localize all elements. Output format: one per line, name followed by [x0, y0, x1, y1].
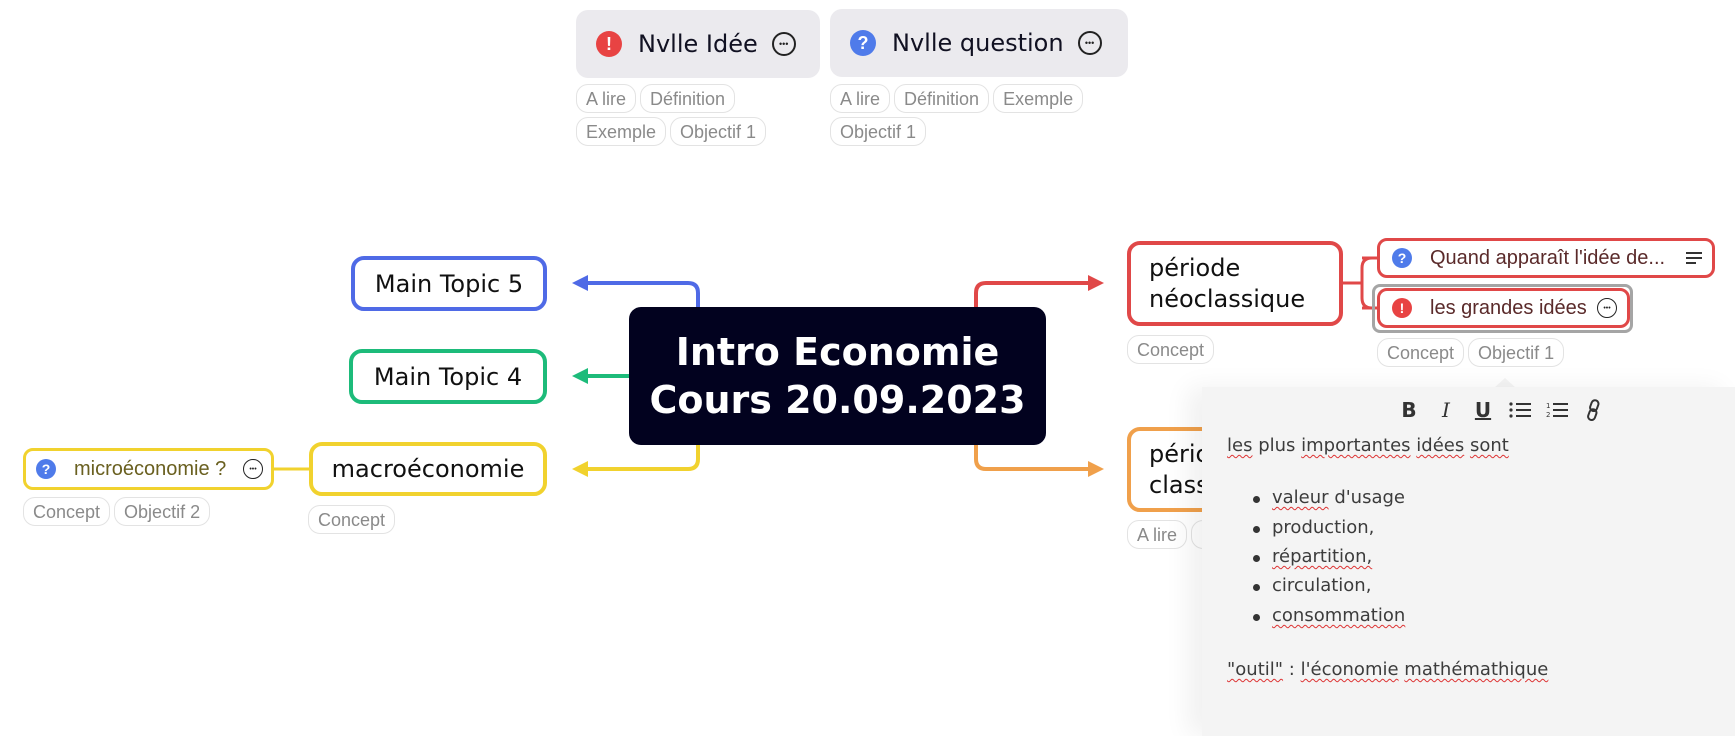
- bullet-dot: [1253, 496, 1260, 503]
- tag[interactable]: Exemple: [993, 84, 1084, 113]
- question-icon: ?: [36, 459, 56, 479]
- topic-label: Main Topic 5: [374, 269, 524, 298]
- tag[interactable]: Concept: [1377, 338, 1465, 367]
- subtopic-quand-apparait[interactable]: ? Quand apparaît l'idée de...: [1377, 238, 1715, 278]
- subtopic-les-grandes-idees[interactable]: ! les grandes idées •••: [1377, 288, 1630, 328]
- tag[interactable]: Objectif 1: [670, 117, 767, 146]
- bold-button[interactable]: B: [1398, 397, 1420, 423]
- tag[interactable]: Concept: [1127, 335, 1215, 364]
- topic-label-line1: période: [1149, 253, 1241, 282]
- tag[interactable]: Exemple: [576, 117, 667, 146]
- notes-bullet[interactable]: consommation: [1272, 605, 1405, 626]
- italic-button[interactable]: I: [1435, 397, 1457, 423]
- underline-button[interactable]: U: [1472, 397, 1494, 423]
- more-icon[interactable]: •••: [243, 459, 263, 479]
- arrow-main-topic-5: [572, 275, 588, 291]
- tags-microeconomie: Concept Objectif 2: [23, 497, 211, 526]
- tag[interactable]: A lire: [576, 84, 637, 113]
- notes-bullet[interactable]: production,: [1272, 517, 1374, 538]
- link-icon[interactable]: [1583, 397, 1605, 423]
- question-icon: ?: [850, 30, 876, 56]
- notes-bullet[interactable]: circulation,: [1272, 575, 1371, 596]
- notes-footer[interactable]: "outil" : l'économie mathémathique: [1227, 659, 1548, 680]
- tag[interactable]: Objectif 1: [1468, 338, 1565, 367]
- tags-les-grandes-idees: Concept Objectif 1: [1377, 338, 1565, 367]
- tag[interactable]: Définition: [894, 84, 990, 113]
- subtopic-label: Quand apparaît l'idée de...: [1430, 246, 1666, 269]
- topic-periode-neoclassique[interactable]: période néoclassique: [1127, 241, 1343, 326]
- topic-label-line1: péric: [1149, 439, 1209, 468]
- connector-main-topic-5: [582, 281, 700, 307]
- svg-text:1: 1: [1546, 402, 1550, 410]
- subtopic-label: les grandes idées: [1430, 296, 1587, 319]
- arrow-periode-neoclassique: [1088, 275, 1104, 291]
- more-icon[interactable]: •••: [771, 32, 796, 56]
- central-topic[interactable]: Intro Economie Cours 20.09.2023: [629, 307, 1046, 445]
- node-label: Nvlle question: [892, 29, 1064, 57]
- exclamation-icon: !: [1392, 298, 1412, 318]
- connector-macroeconomie: [582, 445, 700, 471]
- question-icon: ?: [1392, 248, 1412, 268]
- tags-periode-neoclassique: Concept: [1127, 335, 1215, 364]
- subtopic-microeconomie[interactable]: ? microéconomie ? •••: [23, 448, 274, 490]
- tag[interactable]: A lire: [1127, 520, 1188, 549]
- notes-bullet[interactable]: valeur d'usage: [1272, 487, 1405, 508]
- central-title-line1: Intro Economie: [675, 330, 1000, 374]
- notes-bullet[interactable]: répartition,: [1272, 546, 1372, 567]
- bullet-dot: [1253, 555, 1260, 562]
- node-label: Nvlle Idée: [638, 30, 758, 58]
- topic-main-topic-4[interactable]: Main Topic 4: [349, 349, 547, 404]
- bulleted-list-icon[interactable]: [1509, 397, 1531, 423]
- notes-icon[interactable]: [1686, 252, 1702, 264]
- subtopic-label: microéconomie ?: [74, 457, 227, 480]
- more-icon[interactable]: •••: [1597, 298, 1617, 318]
- topic-macroeconomie[interactable]: macroéconomie: [309, 442, 547, 496]
- tag[interactable]: Concept: [308, 505, 396, 534]
- tags-macroeconomie: Concept: [308, 505, 396, 534]
- node-nvlle-question[interactable]: ? Nvlle question •••: [830, 9, 1128, 77]
- connector-periode-classique: [974, 445, 1094, 471]
- tag[interactable]: A lire: [830, 84, 891, 113]
- topic-label-line2: class: [1149, 470, 1209, 499]
- notes-toolbar: B I U 12: [1398, 397, 1605, 423]
- topic-label: macroéconomie: [331, 455, 525, 483]
- tag[interactable]: Objectif 2: [114, 497, 211, 526]
- tags-nvlle-question: A lire Définition Exemple Objectif 1: [830, 84, 1100, 146]
- more-icon[interactable]: •••: [1077, 31, 1102, 55]
- bullet-dot: [1253, 614, 1260, 621]
- bullet-dot: [1253, 526, 1260, 533]
- arrow-macroeconomie: [572, 461, 588, 477]
- central-title-line2: Cours 20.09.2023: [649, 378, 1026, 422]
- tags-nvlle-idee: A lire Définition Exemple Objectif 1: [576, 84, 776, 146]
- node-nvlle-idee[interactable]: ! Nvlle Idée •••: [576, 10, 820, 78]
- exclamation-icon: !: [596, 31, 622, 57]
- tag[interactable]: Objectif 1: [830, 117, 927, 146]
- arrow-periode-classique: [1088, 461, 1104, 477]
- connector-periode-neoclassique: [974, 281, 1094, 307]
- svg-text:2: 2: [1546, 411, 1550, 419]
- tag[interactable]: Définition: [640, 84, 736, 113]
- topic-label-line2: néoclassique: [1149, 284, 1306, 313]
- tag[interactable]: Concept: [23, 497, 111, 526]
- bullet-dot: [1253, 584, 1260, 591]
- notes-intro[interactable]: les plus importantes idées sont: [1227, 435, 1509, 456]
- arrow-main-topic-4: [572, 368, 588, 384]
- topic-label: Main Topic 4: [373, 362, 523, 391]
- topic-main-topic-5[interactable]: Main Topic 5: [351, 256, 547, 311]
- numbered-list-icon[interactable]: 12: [1546, 397, 1568, 423]
- notes-panel[interactable]: B I U 12 les plus importantes idées sont…: [1202, 387, 1735, 736]
